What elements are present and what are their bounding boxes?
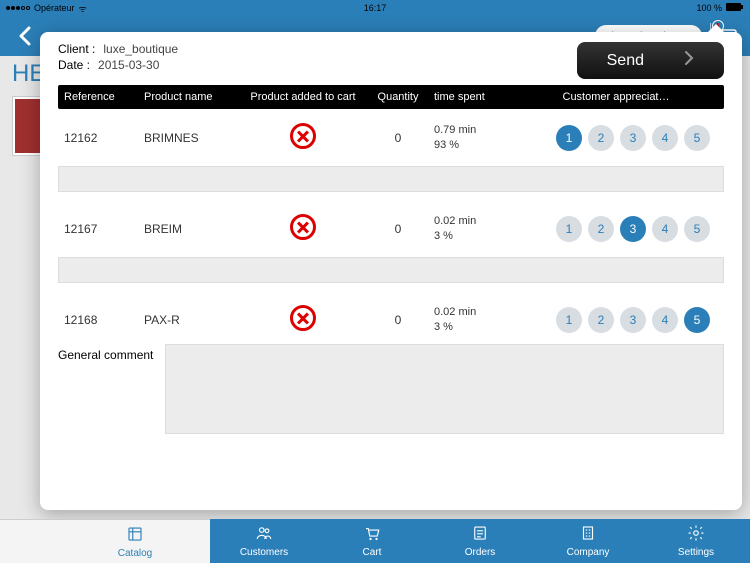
rating-2-button[interactable]: 2 (588, 216, 614, 242)
col-product-name: Product name (138, 91, 238, 103)
battery-label: 100 % (696, 3, 722, 13)
rating-4-button[interactable]: 4 (652, 125, 678, 151)
rating-2-button[interactable]: 2 (588, 307, 614, 333)
tab-label: Catalog (118, 548, 152, 559)
rating-3-button[interactable]: 3 (620, 216, 646, 242)
rating-1-button[interactable]: 1 (556, 125, 582, 151)
wifi-icon: ᯤ (79, 2, 87, 15)
client-value: luxe_boutique (103, 42, 178, 56)
tab-label: Company (567, 547, 610, 558)
col-quantity: Quantity (368, 91, 428, 103)
client-label: Client : (58, 42, 95, 56)
tab-catalog[interactable]: Catalog (60, 519, 210, 563)
general-comment-input[interactable] (165, 344, 724, 434)
battery-icon (726, 3, 744, 13)
settings-icon (685, 524, 707, 545)
tab-customers[interactable]: Customers (210, 519, 318, 563)
cell-quantity: 0 (368, 222, 428, 236)
status-bar: Opérateur ᯤ 16:17 100 % (0, 0, 750, 16)
customers-icon (253, 524, 275, 545)
cell-product-name: PAX-R (138, 313, 238, 327)
rating-3-button[interactable]: 3 (620, 125, 646, 151)
tab-cart[interactable]: Cart (318, 519, 426, 563)
col-time-spent: time spent (428, 91, 508, 103)
carrier-label: Opérateur (34, 3, 75, 13)
tab-company[interactable]: Company (534, 519, 642, 563)
report-popover: Client : luxe_boutique Date : 2015-03-30… (40, 32, 742, 510)
remove-icon[interactable] (290, 305, 316, 331)
row-comment-input[interactable] (58, 257, 724, 283)
cell-product-name: BRIMNES (138, 131, 238, 145)
tab-label: Cart (363, 547, 382, 558)
remove-icon[interactable] (290, 214, 316, 240)
tab-label: Orders (465, 547, 496, 558)
cart-icon (361, 524, 383, 545)
table-row: 12167BREIM00.02 min3 %12345 (58, 200, 724, 253)
table-row: 12162BRIMNES00.79 min93 %12345 (58, 109, 724, 162)
rating-group: 12345 (514, 125, 718, 151)
cell-time: 0.02 min3 % (428, 305, 508, 334)
tab-label: Settings (678, 547, 714, 558)
status-time: 16:17 (364, 3, 387, 13)
send-button-label: Send (607, 52, 644, 70)
col-added-to-cart: Product added to cart (238, 91, 368, 103)
table-row: 12168PAX-R00.02 min3 %12345 (58, 291, 724, 344)
send-button[interactable]: Send (577, 42, 724, 79)
rating-3-button[interactable]: 3 (620, 307, 646, 333)
rating-group: 12345 (514, 307, 718, 333)
rating-2-button[interactable]: 2 (588, 125, 614, 151)
rating-5-button[interactable]: 5 (684, 216, 710, 242)
tab-label: Customers (240, 547, 288, 558)
orders-icon (469, 524, 491, 545)
back-button[interactable] (10, 24, 40, 48)
cell-time: 0.02 min3 % (428, 214, 508, 243)
table-header: Reference Product name Product added to … (58, 85, 724, 109)
cell-reference: 12162 (58, 131, 138, 145)
col-reference: Reference (58, 91, 138, 103)
rating-4-button[interactable]: 4 (652, 216, 678, 242)
rating-group: 12345 (514, 216, 718, 242)
tab-orders[interactable]: Orders (426, 519, 534, 563)
tab-bar: Catalog Customers Cart Orders Company Setting… (0, 519, 750, 563)
col-appreciation: Customer appreciat… (508, 91, 724, 103)
remove-icon[interactable] (290, 123, 316, 149)
company-icon (577, 524, 599, 545)
cell-quantity: 0 (368, 313, 428, 327)
rating-1-button[interactable]: 1 (556, 216, 582, 242)
signal-dots-icon (6, 6, 30, 10)
cell-quantity: 0 (368, 131, 428, 145)
cell-reference: 12168 (58, 313, 138, 327)
cell-reference: 12167 (58, 222, 138, 236)
row-comment-input[interactable] (58, 166, 724, 192)
rating-5-button[interactable]: 5 (684, 307, 710, 333)
rating-4-button[interactable]: 4 (652, 307, 678, 333)
general-comment-label: General comment (58, 344, 153, 362)
rating-1-button[interactable]: 1 (556, 307, 582, 333)
rating-5-button[interactable]: 5 (684, 125, 710, 151)
cell-time: 0.79 min93 % (428, 123, 508, 152)
date-value: 2015-03-30 (98, 58, 159, 72)
tab-settings[interactable]: Settings (642, 519, 750, 563)
catalog-icon (124, 525, 146, 546)
cell-product-name: BREIM (138, 222, 238, 236)
date-label: Date : (58, 58, 90, 72)
chevron-right-icon (684, 50, 694, 71)
